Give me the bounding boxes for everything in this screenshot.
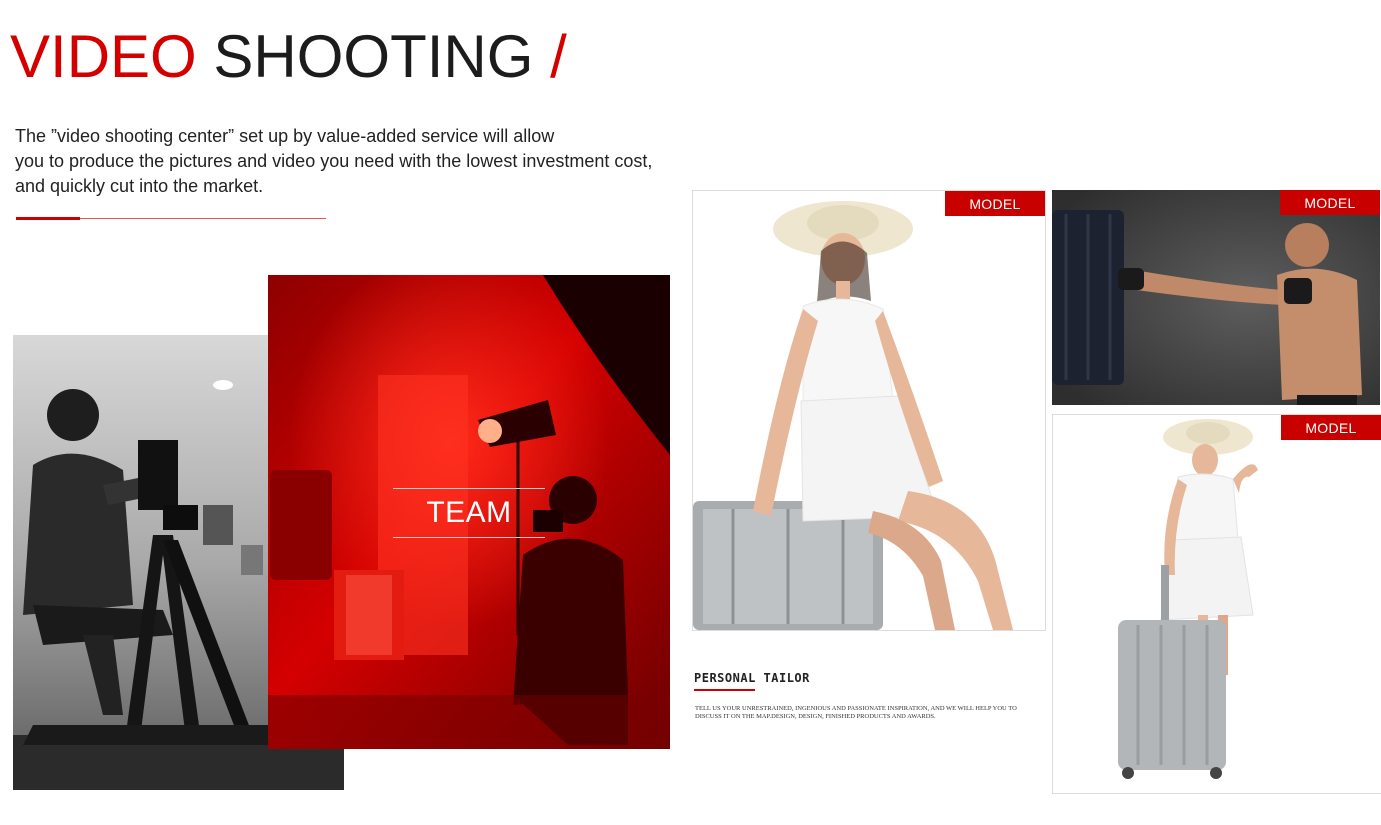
- model-sitting-illustration: [693, 191, 1045, 630]
- page-title: VIDEO SHOOTING /: [10, 22, 567, 92]
- intro-line-2: you to produce the pictures and video yo…: [15, 151, 653, 171]
- model-photo-boxer: MODEL: [1052, 190, 1380, 405]
- model-badge: MODEL: [1281, 415, 1381, 440]
- intro-divider-accent: [16, 217, 80, 220]
- intro-text: The ”video shooting center” set up by va…: [15, 124, 735, 199]
- model-badge: MODEL: [945, 191, 1045, 216]
- title-word-video: VIDEO: [10, 23, 197, 90]
- model-photo-luggage: MODEL: [1052, 414, 1381, 794]
- title-slash: /: [550, 23, 567, 90]
- model-boxer-illustration: [1052, 190, 1380, 405]
- model-standing-illustration: [1053, 415, 1381, 793]
- intro-line-1: The ”video shooting center” set up by va…: [15, 126, 555, 146]
- intro-line-3: and quickly cut into the market.: [15, 176, 264, 196]
- personal-tailor-title: PERSONAL TAILOR: [694, 671, 810, 685]
- personal-tailor-divider: [694, 689, 755, 691]
- team-label: TEAM: [426, 496, 512, 529]
- personal-tailor-description: TELL US YOUR UNRESTRAINED, INGENIOUS AND…: [695, 705, 1017, 720]
- model-badge: MODEL: [1280, 190, 1380, 215]
- team-label-box: TEAM: [393, 488, 545, 538]
- title-word-shooting: SHOOTING: [213, 23, 534, 90]
- model-photo-main: MODEL: [692, 190, 1046, 631]
